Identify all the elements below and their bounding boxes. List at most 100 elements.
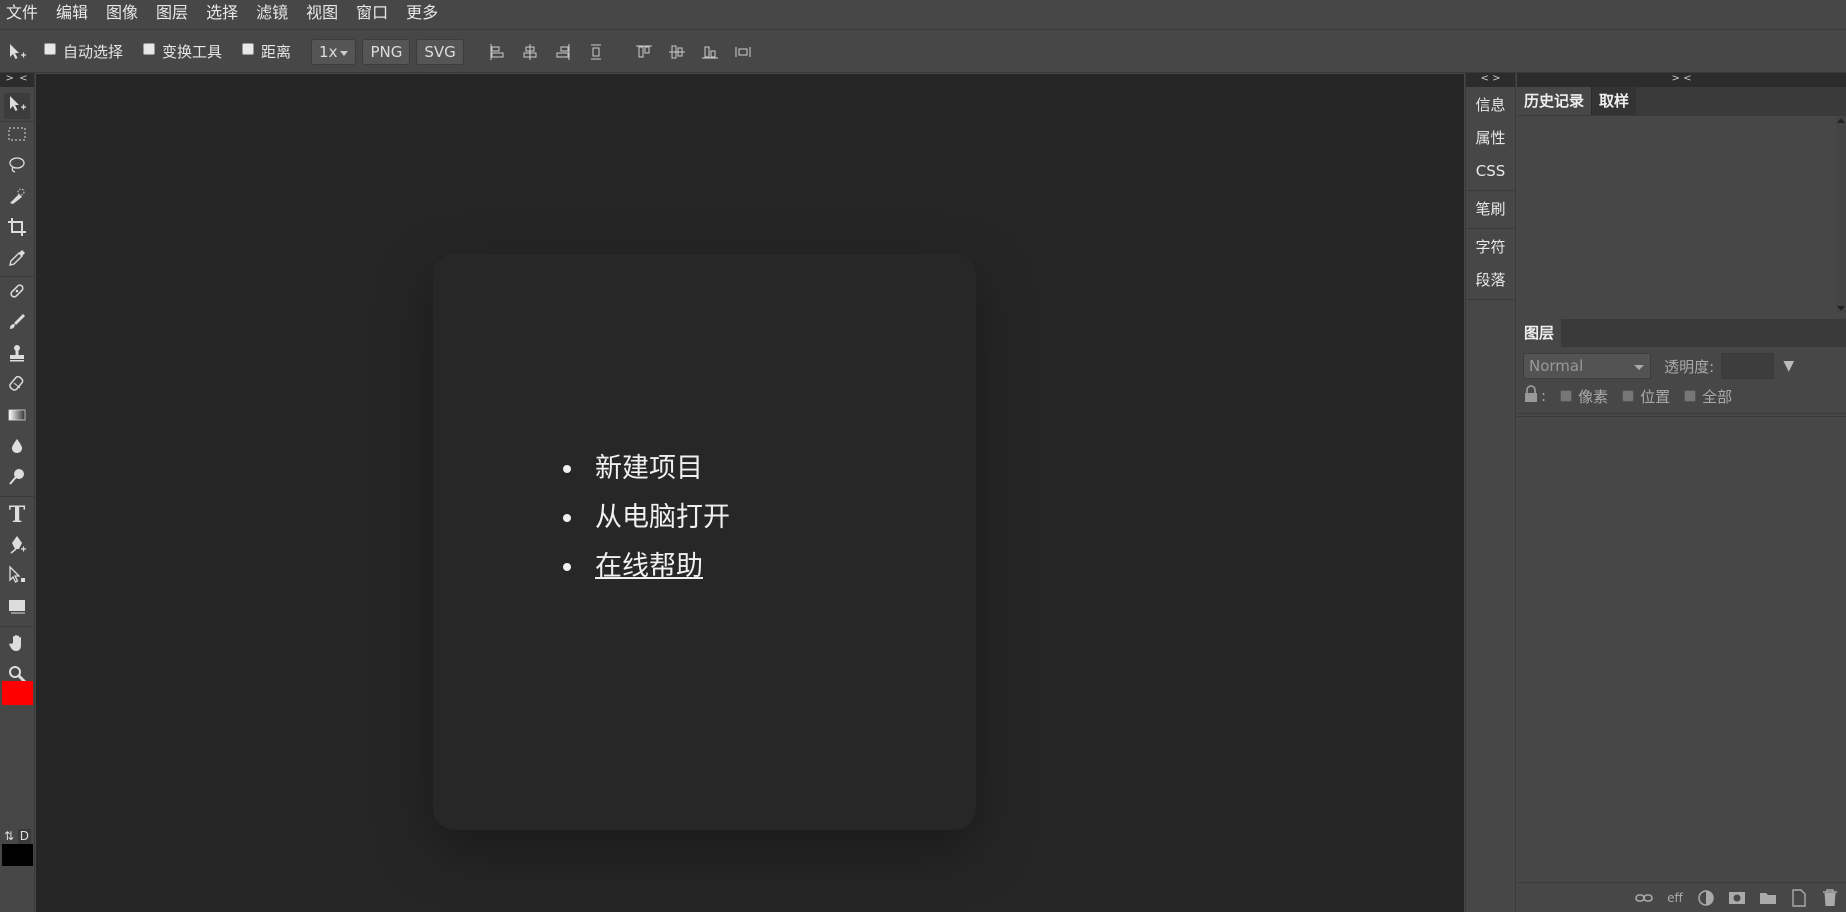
side-group-text: 字符 段落: [1466, 229, 1515, 300]
align-top-icon[interactable]: [633, 41, 655, 63]
auto-select-checkbox[interactable]: 自动选择: [44, 41, 123, 62]
menu-edit[interactable]: 编辑: [47, 0, 97, 30]
open-from-computer-item[interactable]: 从电脑打开: [563, 493, 730, 542]
tab-sample[interactable]: 取样: [1591, 87, 1637, 115]
move-tool[interactable]: [4, 93, 30, 119]
lock-row: : 像素 位置 全部: [1523, 385, 1840, 407]
new-project-link[interactable]: 新建项目: [595, 444, 703, 493]
eraser-icon: [7, 374, 27, 398]
distribute-h-icon[interactable]: [585, 41, 607, 63]
lasso-tool[interactable]: [4, 154, 30, 180]
crop-tool[interactable]: [4, 216, 30, 242]
quick-select-tool[interactable]: [4, 185, 30, 211]
menu-layer[interactable]: 图层: [147, 0, 197, 30]
blur-tool[interactable]: [4, 435, 30, 461]
gradient-tool[interactable]: [4, 404, 30, 430]
default-colors-button[interactable]: D: [17, 829, 31, 845]
scroll-down-icon[interactable]: [1837, 306, 1845, 311]
adjustment-layer-icon[interactable]: [1696, 888, 1716, 908]
menu-file[interactable]: 文件: [2, 0, 47, 30]
tab-layers[interactable]: 图层: [1517, 319, 1562, 347]
swap-colors-icon[interactable]: ⇅: [4, 829, 14, 845]
align-right-icon[interactable]: [552, 41, 574, 63]
scale-value: 1x: [319, 42, 338, 61]
eraser-tool[interactable]: [4, 373, 30, 399]
new-group-folder-icon[interactable]: [1758, 888, 1778, 908]
transform-tools-label: 变换工具: [162, 43, 223, 61]
align-bottom-icon[interactable]: [699, 41, 721, 63]
path-select-tool[interactable]: [4, 564, 30, 590]
side-item-info[interactable]: 信息: [1466, 89, 1515, 122]
new-project-item[interactable]: 新建项目: [563, 444, 730, 493]
right-collapse-toggle[interactable]: > <: [1517, 73, 1846, 87]
distribute-v-icon[interactable]: [732, 41, 754, 63]
lasso-icon: [7, 155, 27, 179]
lock-all-label: 全部: [1702, 387, 1733, 406]
layer-effects-button[interactable]: eff: [1665, 888, 1685, 908]
welcome-menu: 新建项目 从电脑打开 在线帮助: [563, 444, 730, 591]
text-tool[interactable]: T: [4, 502, 30, 528]
opacity-input[interactable]: [1721, 353, 1775, 379]
healing-brush-tool[interactable]: [4, 280, 30, 306]
trash-icon[interactable]: [1820, 888, 1840, 908]
transform-tools-checkbox[interactable]: 变换工具: [143, 41, 222, 62]
menu-filter[interactable]: 滤镜: [247, 0, 297, 30]
align-left-icon[interactable]: [486, 41, 508, 63]
eyedropper-tool[interactable]: [4, 247, 30, 273]
right-panels: > < 历史记录 取样 图层 Normal 透明度: ▼ : 像素 位置 全部 …: [1517, 73, 1846, 912]
side-item-paragraph[interactable]: 段落: [1466, 264, 1515, 297]
opacity-dropdown-icon[interactable]: ▼: [1783, 358, 1794, 374]
export-svg-button[interactable]: SVG: [416, 38, 464, 65]
side-item-css[interactable]: CSS: [1466, 155, 1515, 188]
brush-tool[interactable]: [4, 311, 30, 337]
side-item-properties[interactable]: 属性: [1466, 122, 1515, 155]
layer-mask-icon[interactable]: [1727, 888, 1747, 908]
align-center-h-icon[interactable]: [519, 41, 541, 63]
tools-collapse-toggle[interactable]: > <: [0, 73, 34, 87]
dodge-tool[interactable]: [4, 466, 30, 492]
checkbox-box[interactable]: [242, 42, 255, 55]
open-from-computer-link[interactable]: 从电脑打开: [595, 493, 730, 542]
blend-mode-value: Normal: [1529, 357, 1584, 375]
layers-footer: eff: [1517, 882, 1846, 912]
marquee-tool[interactable]: [4, 123, 30, 149]
distance-checkbox[interactable]: 距离: [242, 41, 291, 62]
side-collapse-toggle[interactable]: < >: [1466, 73, 1515, 87]
pen-tool[interactable]: [4, 533, 30, 559]
stamp-tool[interactable]: [4, 342, 30, 368]
menu-more[interactable]: 更多: [397, 0, 447, 30]
new-layer-icon[interactable]: [1789, 888, 1809, 908]
checkbox-box[interactable]: [44, 42, 56, 55]
side-item-brush[interactable]: 笔刷: [1466, 193, 1515, 226]
tab-history[interactable]: 历史记录: [1517, 87, 1592, 115]
menu-select[interactable]: 选择: [197, 0, 247, 30]
dodge-icon: [7, 467, 27, 491]
scroll-up-icon[interactable]: [1837, 118, 1845, 123]
lock-all-checkbox[interactable]: [1684, 390, 1697, 402]
lock-position-checkbox[interactable]: [1622, 390, 1635, 402]
online-help-link[interactable]: 在线帮助: [595, 542, 703, 591]
link-layers-icon[interactable]: [1634, 888, 1654, 908]
side-group-brush: 笔刷: [1466, 191, 1515, 229]
history-scrollbar[interactable]: [1836, 116, 1846, 313]
shape-tool[interactable]: [4, 595, 30, 621]
online-help-item[interactable]: 在线帮助: [563, 542, 730, 591]
menu-image[interactable]: 图像: [97, 0, 147, 30]
lock-pixels-label: 像素: [1578, 387, 1609, 406]
export-png-button[interactable]: PNG: [362, 38, 411, 65]
align-middle-v-icon[interactable]: [666, 41, 688, 63]
layers-tabs: 图层: [1517, 319, 1846, 347]
move-tool-icon: [7, 94, 27, 118]
bullet-dot: [563, 562, 571, 571]
hand-tool[interactable]: [4, 632, 30, 658]
checkbox-box[interactable]: [143, 42, 156, 55]
foreground-color-swatch[interactable]: [2, 681, 33, 705]
blend-mode-select[interactable]: Normal: [1523, 353, 1651, 379]
move-tool-icon: [6, 41, 28, 63]
menu-view[interactable]: 视图: [297, 0, 347, 30]
lock-pixels-checkbox[interactable]: [1560, 390, 1573, 402]
menu-window[interactable]: 窗口: [347, 0, 397, 30]
scale-dropdown[interactable]: 1x: [311, 38, 357, 65]
background-color-swatch[interactable]: [2, 844, 33, 866]
side-item-character[interactable]: 字符: [1466, 231, 1515, 264]
